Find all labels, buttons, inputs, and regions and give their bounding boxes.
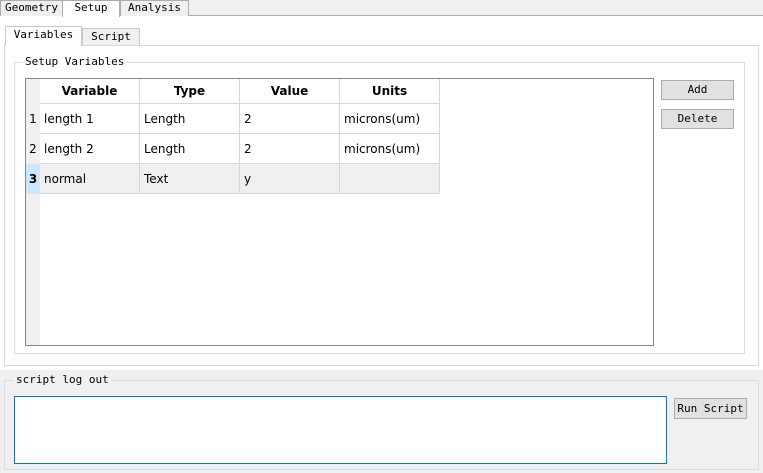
column-header-variable[interactable]: Variable bbox=[40, 79, 140, 104]
tab-geometry-label: Geometry bbox=[5, 1, 58, 14]
row-header[interactable]: 2 bbox=[26, 134, 40, 164]
column-header-label: Value bbox=[270, 84, 309, 98]
cell-units[interactable]: microns(um) bbox=[340, 104, 440, 134]
column-header-value[interactable]: Value bbox=[240, 79, 340, 104]
cell-variable[interactable]: normal bbox=[40, 164, 140, 194]
column-header-type[interactable]: Type bbox=[140, 79, 240, 104]
cell-units[interactable]: microns(um) bbox=[340, 134, 440, 164]
variables-table[interactable]: Variable Type Value Units 1 length 1 Len… bbox=[25, 78, 654, 346]
setup-variables-title: Setup Variables bbox=[23, 55, 127, 68]
tab-setup-label: Setup bbox=[74, 1, 108, 14]
column-header-label: Units bbox=[371, 84, 408, 98]
column-header-label: Variable bbox=[61, 84, 118, 98]
tab-script[interactable]: Script bbox=[82, 28, 140, 45]
cell-type[interactable]: Text bbox=[140, 164, 240, 194]
cell-variable[interactable]: length 2 bbox=[40, 134, 140, 164]
row-header[interactable]: 3 bbox=[26, 164, 40, 194]
column-header-label: Type bbox=[173, 84, 206, 98]
tab-analysis-label: Analysis bbox=[128, 1, 181, 14]
tab-setup[interactable]: Setup bbox=[62, 0, 120, 17]
cell-type[interactable]: Length bbox=[140, 134, 240, 164]
cell-value[interactable]: y bbox=[240, 164, 340, 194]
row-header[interactable]: 1 bbox=[26, 104, 40, 134]
add-button[interactable]: Add bbox=[661, 80, 734, 100]
tab-variables-label: Variables bbox=[13, 28, 74, 41]
cell-value[interactable]: 2 bbox=[240, 104, 340, 134]
tab-geometry[interactable]: Geometry bbox=[0, 0, 63, 16]
delete-button[interactable]: Delete bbox=[661, 109, 734, 129]
column-header-units[interactable]: Units bbox=[340, 79, 440, 104]
tab-analysis[interactable]: Analysis bbox=[120, 0, 189, 16]
cell-value[interactable]: 2 bbox=[240, 134, 340, 164]
run-script-button[interactable]: Run Script bbox=[674, 398, 747, 419]
cell-type[interactable]: Length bbox=[140, 104, 240, 134]
tab-script-label: Script bbox=[91, 30, 131, 43]
cell-units[interactable] bbox=[340, 164, 440, 194]
script-log-output[interactable] bbox=[14, 396, 667, 464]
tab-variables[interactable]: Variables bbox=[5, 26, 82, 46]
script-log-title: script log out bbox=[14, 373, 111, 386]
cell-variable[interactable]: length 1 bbox=[40, 104, 140, 134]
